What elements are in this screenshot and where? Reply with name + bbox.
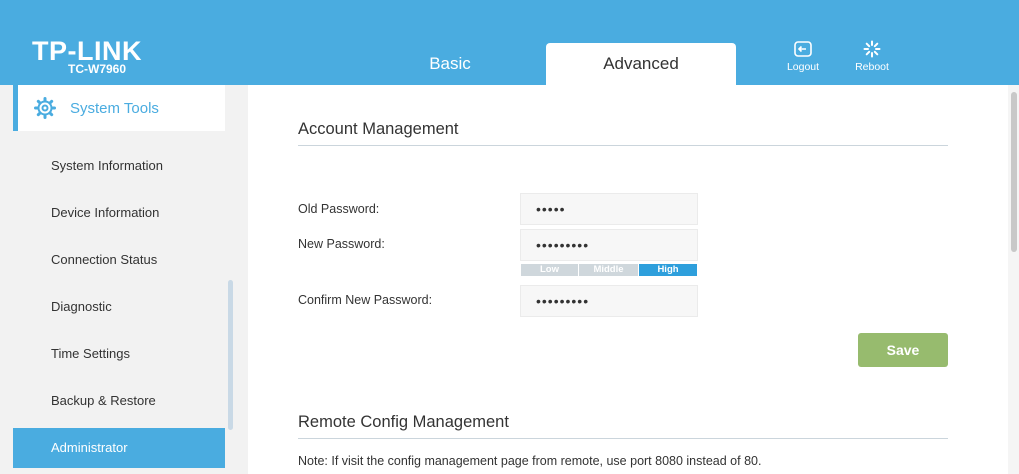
logout-button[interactable]: Logout (773, 40, 833, 73)
password-strength-meter: Low Middle High (521, 264, 697, 276)
save-button[interactable]: Save (858, 333, 948, 367)
sidebar-item-backup-restore[interactable]: Backup & Restore (13, 381, 225, 421)
new-password-field[interactable]: ••••••••• (520, 229, 698, 261)
strength-middle: Middle (579, 264, 638, 276)
old-password-field[interactable]: ••••• (520, 193, 698, 225)
tab-basic[interactable]: Basic (365, 43, 535, 85)
sidebar-scrollbar[interactable] (228, 280, 233, 430)
section-divider (298, 145, 948, 146)
reboot-icon (863, 40, 881, 58)
remote-config-note: Note: If visit the config management pag… (298, 454, 762, 468)
section-divider (298, 438, 948, 439)
sidebar: System Tools System Information Device I… (0, 85, 248, 474)
section-title-remote-config: Remote Config Management (298, 413, 509, 431)
sidebar-item-device-information[interactable]: Device Information (13, 193, 225, 233)
new-password-label: New Password: (298, 237, 385, 251)
strength-high: High (639, 264, 697, 276)
sidebar-item-diagnostic[interactable]: Diagnostic (13, 287, 225, 327)
sidebar-item-system-information[interactable]: System Information (13, 146, 225, 186)
sidebar-item-administrator[interactable]: Administrator (13, 428, 225, 468)
confirm-password-field[interactable]: ••••••••• (520, 285, 698, 317)
sidebar-item-time-settings[interactable]: Time Settings (13, 334, 225, 374)
sidebar-section-system-tools[interactable]: System Tools (13, 85, 225, 131)
confirm-password-label: Confirm New Password: (298, 293, 433, 307)
logout-icon (794, 41, 812, 57)
section-title-account-management: Account Management (298, 120, 459, 138)
top-header: TP-LINK TC-W7960 Basic Advanced Logout R… (0, 0, 1019, 85)
reboot-button[interactable]: Reboot (842, 40, 902, 73)
model-name: TC-W7960 (68, 62, 127, 76)
gear-icon (34, 97, 56, 119)
old-password-label: Old Password: (298, 202, 380, 216)
logout-label: Logout (786, 61, 820, 73)
sidebar-section-label: System Tools (70, 99, 159, 117)
strength-low: Low (521, 264, 578, 276)
reboot-label: Reboot (855, 61, 889, 73)
main-scrollbar-thumb[interactable] (1011, 92, 1017, 252)
sidebar-item-connection-status[interactable]: Connection Status (13, 240, 225, 280)
tab-advanced[interactable]: Advanced (546, 43, 736, 85)
